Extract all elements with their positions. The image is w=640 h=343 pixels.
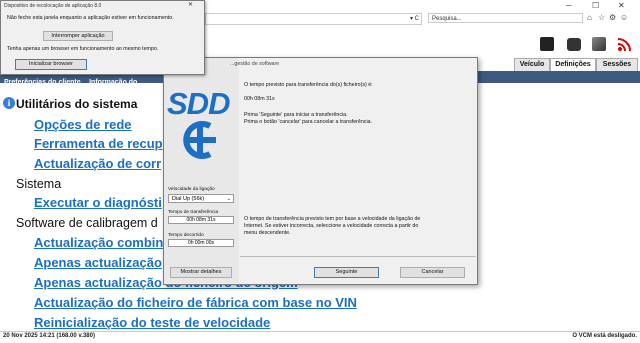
status-timestamp: 20 Nov 2025 14:21 (168.00 v.380) (3, 333, 95, 339)
next-button[interactable]: Seguinte (314, 267, 379, 278)
chevron-down-icon: ⌄ (226, 196, 231, 202)
gear-icon[interactable]: ⚙ (609, 13, 616, 22)
transfer-info-time: 00h 08m 31s (244, 96, 275, 102)
tab-definicoes[interactable]: Definições (550, 58, 596, 71)
speed-select[interactable]: Dial Up (56k) ⌄ (168, 194, 234, 203)
search-input[interactable]: Pesquisa... (428, 13, 583, 23)
section-title: Utilitários do sistema (16, 97, 138, 111)
transfer-label: Tempo de transferência (168, 210, 219, 215)
minimize-icon[interactable]: ─ (566, 1, 572, 10)
show-details-button[interactable]: Mostrar detalhes (170, 267, 232, 278)
note-line3: menu descendente. (244, 230, 291, 236)
info-icon: i (3, 97, 15, 109)
status-vcm: O VCM está desligado. (572, 333, 637, 339)
home-icon[interactable]: ⌂ (587, 13, 592, 22)
app-launcher-dialog: Dispositivo de recolocação de aplicação … (0, 0, 205, 75)
print-icon[interactable] (567, 38, 581, 51)
sdd-logo: SDD (167, 86, 230, 121)
speed-label: Velocidade da ligação (168, 187, 215, 192)
section-software: Software de calibragem d (16, 216, 158, 230)
divider (240, 256, 476, 257)
link-update-only[interactable]: Apenas actualização (34, 255, 162, 270)
address-controls[interactable]: ▾ C (410, 14, 419, 24)
wireless-icon[interactable] (617, 36, 633, 52)
star-icon[interactable]: ☆ (598, 13, 605, 22)
transfer-info-line3: Prima 'Seguinte' para iniciar a transfer… (244, 112, 348, 118)
note-line1: O tempo de transferência previsto tem po… (244, 216, 421, 222)
transfer-info-line4: Prima o botão 'cancelar' para cancelar a… (244, 119, 373, 125)
maximize-icon[interactable]: ☐ (592, 1, 599, 10)
link-speed-test-reset[interactable]: Reinicialização do teste de velocidade (34, 315, 270, 330)
status-bar (0, 331, 640, 343)
breadcrumb-middle[interactable]: Informação do (89, 79, 137, 86)
address-bar[interactable]: ▾ C (205, 13, 422, 25)
note-line2: Internet. Se estiver incorrecta, selecci… (244, 223, 419, 229)
link-update[interactable]: Actualização de corr (34, 156, 161, 171)
smiley-icon[interactable]: ☺ (620, 13, 628, 22)
close-icon[interactable]: ✕ (618, 1, 625, 10)
link-recovery-tool[interactable]: Ferramenta de recup (34, 136, 163, 151)
start-browser-button[interactable]: Inicializar browser (15, 59, 87, 70)
small-dialog-close-icon[interactable]: ✕ (188, 1, 193, 8)
cancel-button[interactable]: Cancelar (400, 267, 465, 278)
link-run-diagnostics[interactable]: Executar o diagnósti (34, 195, 162, 210)
elapsed-time-field: 0h 00m 00s (168, 239, 234, 247)
link-combined-update[interactable]: Actualização combin (34, 235, 163, 250)
stop-application-button[interactable]: Interromper aplicação (43, 31, 113, 41)
speed-value: Dial Up (56k) (172, 196, 205, 202)
sdd-emblem-icon (180, 120, 220, 160)
software-transfer-dialog: ...gestão de software SDD Velocidade da … (163, 57, 478, 285)
small-dialog-title: Dispositivo de recolocação de aplicação … (4, 3, 102, 9)
dialog-title: ...gestão de software (230, 61, 280, 67)
breadcrumb-left[interactable]: Preferências do cliente (4, 79, 81, 86)
link-network-options[interactable]: Opções de rede (34, 117, 132, 132)
elapsed-label: Tempo decorrido (168, 233, 204, 238)
small-dialog-message1: Não feche esta janela enquanto a aplicaç… (7, 15, 174, 21)
section-sistema: Sistema (16, 177, 62, 191)
tab-veiculo[interactable]: Veículo (514, 58, 550, 71)
vcm-icon (540, 37, 554, 51)
link-vin-update[interactable]: Actualização do ficheiro de fábrica com … (34, 295, 357, 310)
tools-icon[interactable] (592, 37, 606, 51)
tab-sessoes[interactable]: Sessões (596, 58, 638, 71)
small-dialog-message2: Tenha apenas um browser em funcionamento… (7, 46, 159, 52)
transfer-time-field: 00h 08m 31s (168, 216, 234, 224)
transfer-info-line1: O tempo previsto para transferência do(s… (244, 82, 373, 88)
